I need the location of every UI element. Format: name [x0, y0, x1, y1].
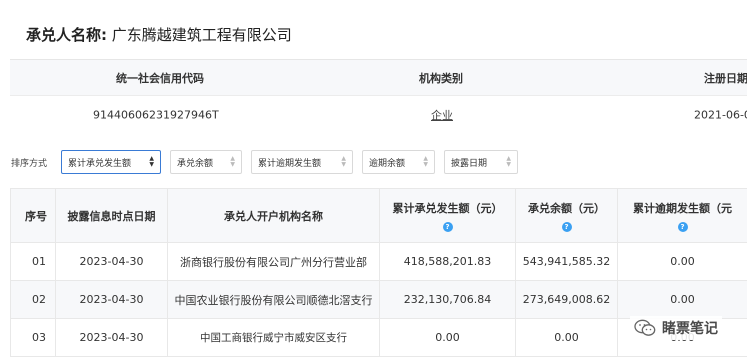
- acceptor-name-title: 承兑人名称: 广东腾越建筑工程有限公司: [26, 24, 292, 45]
- sort-button-label: 累计承兑发生额: [68, 158, 132, 169]
- help-icon[interactable]: ?: [442, 221, 453, 232]
- row-acceptance-balance: 273,649,008.62: [516, 281, 618, 318]
- credit-code-value: 91440606231927946T: [93, 108, 219, 122]
- row-disclosure-date: 2023-04-30: [56, 319, 168, 356]
- col-header-acceptance-balance: 承兑余额（元） ?: [516, 189, 618, 242]
- watermark: 睹票笔记: [630, 316, 722, 340]
- row-index: 02: [10, 281, 56, 318]
- sort-arrows-icon: ▲ ▼: [341, 155, 346, 168]
- table-row: 02 2023-04-30 中国农业银行股份有限公司顺德北滘支行 232,130…: [10, 281, 747, 319]
- row-bank-name: 中国农业银行股份有限公司顺德北滘支行: [168, 281, 380, 318]
- row-disclosure-date: 2023-04-30: [56, 243, 168, 280]
- sort-button-cumulative-acceptance[interactable]: 累计承兑发生额 ▲ ▼: [61, 150, 161, 174]
- sort-button-overdue-balance[interactable]: 逾期余额 ▲ ▼: [362, 150, 435, 174]
- row-disclosure-date: 2023-04-30: [56, 281, 168, 318]
- row-cumulative-overdue: 0.00: [670, 255, 695, 268]
- info-table-row: 91440606231927946T 企业 2021-06-0: [10, 96, 747, 134]
- sort-label: 排序方式: [11, 159, 48, 169]
- acceptor-name: 广东腾越建筑工程有限公司: [111, 26, 292, 44]
- row-cumulative-acceptance: 418,588,201.83: [380, 243, 516, 280]
- table-header-row: 序号 披露信息时点日期 承兑人开户机构名称 累计承兑发生额（元） ? 承兑余额（…: [10, 188, 747, 243]
- sort-button-acceptance-balance[interactable]: 承兑余额 ▲ ▼: [170, 150, 242, 174]
- col-header-cumulative-acceptance: 累计承兑发生额（元） ?: [380, 189, 516, 242]
- row-index: 01: [10, 243, 56, 280]
- col-header-cumulative-overdue: 累计逾期发生额（元 ?: [633, 201, 732, 232]
- register-date-value: 2021-06-0: [694, 108, 747, 122]
- sort-bar: 排序方式 累计承兑发生额 ▲ ▼ 承兑余额 ▲ ▼ 累计逾期发生额 ▲ ▼ 逾期余额 …: [0, 147, 747, 175]
- col-header-disclosure-date: 披露信息时点日期: [56, 189, 168, 242]
- sort-button-label: 承兑余额: [177, 158, 214, 169]
- sort-arrows-icon: ▲ ▼: [423, 155, 428, 168]
- sort-button-label: 累计逾期发生额: [258, 158, 322, 169]
- register-date-header: 注册日期: [704, 71, 747, 85]
- wechat-icon: [634, 319, 656, 336]
- sort-arrows-icon: ▲ ▼: [149, 155, 154, 168]
- sort-arrows-icon: ▲ ▼: [506, 155, 511, 168]
- row-bank-name: 中国工商银行威宁市威安区支行: [168, 319, 380, 356]
- credit-code-header: 统一社会信用代码: [116, 71, 204, 85]
- sort-arrows-icon: ▲ ▼: [230, 155, 235, 168]
- row-acceptance-balance: 543,941,585.32: [516, 243, 618, 280]
- sort-button-label: 披露日期: [451, 158, 488, 169]
- row-index: 03: [10, 319, 56, 356]
- row-cumulative-acceptance: 232,130,706.84: [380, 281, 516, 318]
- sort-button-disclosure-date[interactable]: 披露日期 ▲ ▼: [444, 150, 518, 174]
- help-icon[interactable]: ?: [677, 221, 688, 232]
- col-header-bank-name: 承兑人开户机构名称: [168, 189, 380, 242]
- sort-button-label: 逾期余额: [369, 158, 406, 169]
- sort-button-cumulative-overdue[interactable]: 累计逾期发生额 ▲ ▼: [251, 150, 353, 174]
- info-table-header: 统一社会信用代码 机构类别 注册日期: [10, 60, 747, 96]
- row-acceptance-balance: 0.00: [516, 319, 618, 356]
- col-header-index: 序号: [10, 189, 56, 242]
- acceptor-label: 承兑人名称:: [26, 26, 107, 44]
- org-type-header: 机构类别: [419, 71, 463, 85]
- org-type-link[interactable]: 企业: [431, 107, 453, 123]
- watermark-text: 睹票笔记: [662, 321, 718, 337]
- table-row: 01 2023-04-30 浙商银行股份有限公司广州分行营业部 418,588,…: [10, 243, 747, 281]
- help-icon[interactable]: ?: [561, 221, 572, 232]
- row-cumulative-overdue: 0.00: [670, 293, 695, 306]
- row-bank-name: 浙商银行股份有限公司广州分行营业部: [168, 243, 380, 280]
- row-cumulative-acceptance: 0.00: [380, 319, 516, 356]
